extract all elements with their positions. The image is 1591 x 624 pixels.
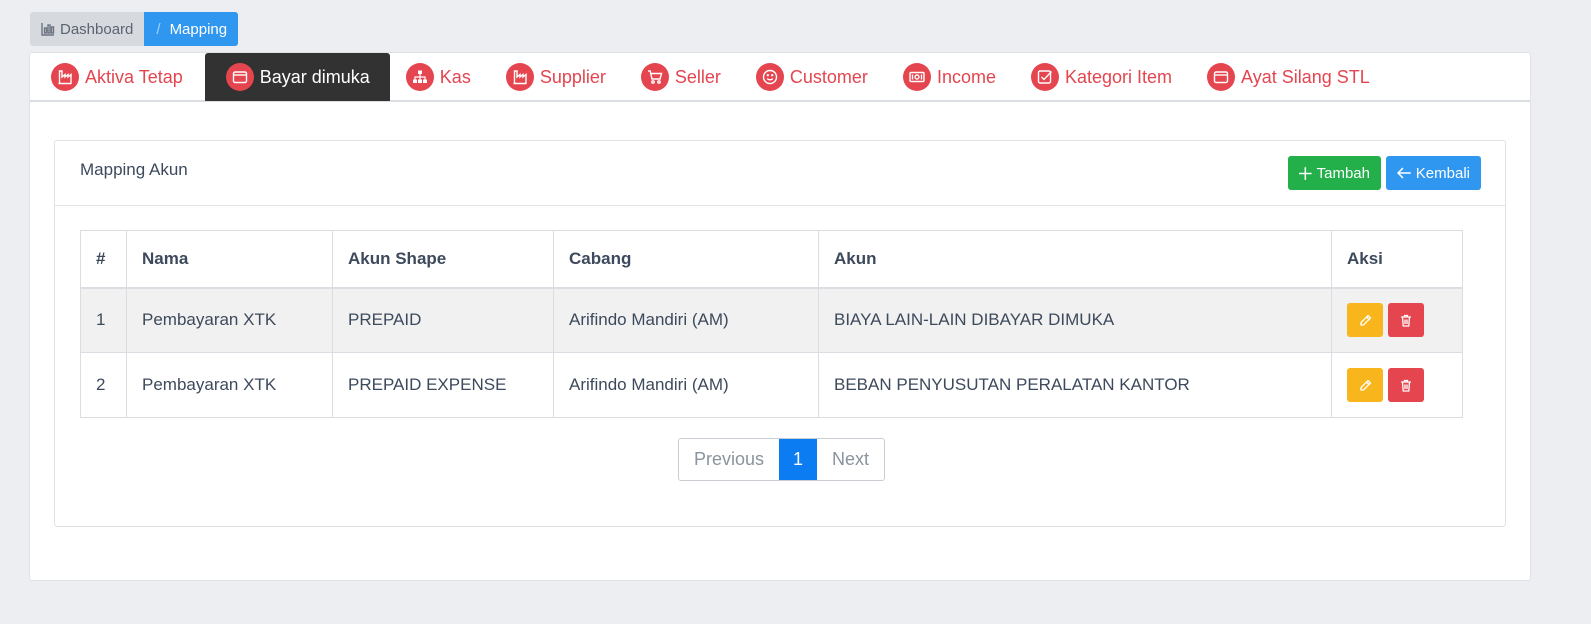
plus-icon bbox=[1299, 166, 1312, 180]
pagination-page-1[interactable]: 1 bbox=[779, 439, 818, 480]
add-button-label: Tambah bbox=[1316, 164, 1370, 182]
cell-cabang: Arifindo Mandiri (AM) bbox=[553, 287, 819, 353]
tab-bayar-dimuka[interactable]: Bayar dimuka bbox=[204, 53, 390, 101]
factory-icon bbox=[51, 63, 79, 91]
tab-supplier[interactable]: Supplier bbox=[493, 53, 625, 101]
tab-kategori-item[interactable]: Kategori Item bbox=[1018, 53, 1191, 101]
tab-label: Bayar dimuka bbox=[259, 66, 370, 87]
cell-akun-shape: PREPAID EXPENSE bbox=[332, 352, 554, 418]
pencil-icon bbox=[1359, 379, 1371, 391]
breadcrumb-mapping: / Mapping bbox=[144, 12, 239, 46]
breadcrumb-separator: / bbox=[156, 20, 161, 38]
money-icon bbox=[902, 63, 931, 91]
edit-button[interactable] bbox=[1347, 368, 1383, 402]
breadcrumb: Dashboard / Mapping bbox=[30, 12, 239, 46]
wallet-icon bbox=[225, 63, 254, 91]
tab-label: Income bbox=[936, 66, 996, 87]
mapping-card: Aktiva Tetap Bayar dimuka Kas Supplier S… bbox=[29, 52, 1531, 581]
tab-label: Ayat Silang STL bbox=[1241, 66, 1370, 87]
breadcrumb-dashboard[interactable]: Dashboard bbox=[30, 12, 145, 46]
delete-button[interactable] bbox=[1388, 303, 1424, 338]
table-header-row: # Nama Akun Shape Cabang Akun Aksi bbox=[80, 230, 1463, 289]
cell-no: 1 bbox=[80, 287, 127, 353]
back-button-label: Kembali bbox=[1415, 164, 1470, 182]
tab-income[interactable]: Income bbox=[890, 53, 1015, 101]
smiley-icon bbox=[755, 63, 784, 91]
tab-label: Kas bbox=[439, 66, 471, 87]
tab-bar: Aktiva Tetap Bayar dimuka Kas Supplier S… bbox=[30, 53, 1530, 102]
tab-customer[interactable]: Customer bbox=[743, 53, 887, 101]
delete-button[interactable] bbox=[1388, 368, 1424, 402]
trash-icon bbox=[1401, 314, 1411, 327]
panel-title: Mapping Akun bbox=[80, 160, 188, 179]
panel-header: Mapping Akun Tambah Kembali bbox=[55, 141, 1505, 206]
column-header-akun: Akun bbox=[818, 230, 1332, 289]
column-header-aksi: Aksi bbox=[1331, 230, 1463, 289]
cell-aksi bbox=[1331, 352, 1463, 418]
checkbox-icon bbox=[1030, 63, 1059, 91]
breadcrumb-dashboard-label: Dashboard bbox=[60, 20, 134, 38]
column-header-akun-shape: Akun Shape bbox=[332, 230, 554, 289]
table-row: 2 Pembayaran XTK PREPAID EXPENSE Arifind… bbox=[80, 352, 1463, 418]
mapping-akun-panel: Mapping Akun Tambah Kembali # Nama Akun … bbox=[54, 140, 1506, 527]
cell-akun: BEBAN PENYUSUTAN PERALATAN KANTOR bbox=[818, 352, 1332, 418]
cart-icon bbox=[640, 63, 669, 91]
mapping-table: # Nama Akun Shape Cabang Akun Aksi 1 Pem… bbox=[80, 230, 1463, 418]
pagination-previous[interactable]: Previous bbox=[679, 439, 779, 480]
tab-label: Kategori Item bbox=[1064, 66, 1173, 87]
tab-aktiva-tetap[interactable]: Aktiva Tetap bbox=[38, 53, 202, 101]
tab-kas[interactable]: Kas bbox=[393, 53, 490, 101]
column-header-cabang: Cabang bbox=[553, 230, 819, 289]
back-button[interactable]: Kembali bbox=[1386, 156, 1481, 190]
bar-chart-icon bbox=[41, 23, 55, 36]
breadcrumb-mapping-label: Mapping bbox=[169, 20, 228, 38]
cell-nama: Pembayaran XTK bbox=[126, 352, 333, 418]
cell-akun-shape: PREPAID bbox=[332, 287, 554, 353]
trash-icon bbox=[1401, 379, 1411, 392]
tab-label: Supplier bbox=[539, 66, 606, 87]
factory-icon bbox=[505, 63, 534, 91]
column-header-no: # bbox=[80, 230, 127, 289]
tab-label: Customer bbox=[789, 66, 868, 87]
table-row: 1 Pembayaran XTK PREPAID Arifindo Mandir… bbox=[80, 287, 1463, 353]
wallet-icon bbox=[1207, 63, 1236, 91]
tab-ayat-silang-stl[interactable]: Ayat Silang STL bbox=[1194, 53, 1389, 101]
cell-akun: BIAYA LAIN-LAIN DIBAYAR DIMUKA bbox=[818, 287, 1332, 353]
tab-label: Seller bbox=[674, 66, 721, 87]
add-button[interactable]: Tambah bbox=[1288, 156, 1381, 190]
arrow-left-icon bbox=[1397, 167, 1411, 179]
cell-cabang: Arifindo Mandiri (AM) bbox=[553, 352, 819, 418]
pagination-next[interactable]: Next bbox=[817, 439, 884, 480]
cell-no: 2 bbox=[80, 352, 127, 418]
column-header-nama: Nama bbox=[126, 230, 333, 289]
edit-button[interactable] bbox=[1347, 303, 1383, 338]
cell-aksi bbox=[1331, 287, 1463, 353]
pencil-icon bbox=[1359, 314, 1371, 326]
tab-seller[interactable]: Seller bbox=[628, 53, 740, 101]
sitemap-icon bbox=[405, 63, 434, 91]
pagination: Previous 1 Next bbox=[678, 438, 886, 481]
cell-nama: Pembayaran XTK bbox=[126, 287, 333, 353]
tab-label: Aktiva Tetap bbox=[85, 66, 183, 87]
